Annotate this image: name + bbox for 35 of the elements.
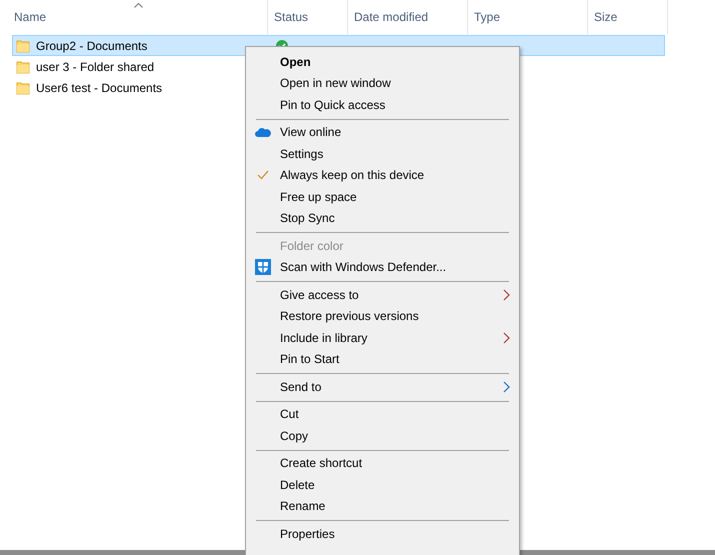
column-header[interactable]: Name xyxy=(0,0,268,34)
menu-item[interactable]: Cut xyxy=(246,404,519,425)
file-name[interactable]: Group2 - Documents xyxy=(36,38,148,52)
column-header[interactable]: Status xyxy=(268,0,348,34)
column-header[interactable]: Size xyxy=(588,0,668,34)
menu-item[interactable]: Always keep on this device xyxy=(246,164,519,186)
menu-item[interactable]: Scan with Windows Defender... xyxy=(246,256,519,278)
chevron-right-icon xyxy=(503,332,510,344)
menu-item[interactable]: Send to xyxy=(246,376,519,398)
menu-item[interactable]: Give access to xyxy=(246,284,519,306)
menu-item[interactable]: Include in library xyxy=(246,327,519,348)
chevron-right-icon xyxy=(503,289,510,301)
cloud-icon xyxy=(255,127,271,138)
menu-item[interactable]: View online xyxy=(246,122,519,143)
folder-icon xyxy=(16,80,30,94)
folder-icon xyxy=(16,60,30,74)
menu-item[interactable]: Create shortcut xyxy=(246,452,519,474)
sort-caret-icon xyxy=(134,3,142,8)
menu-item[interactable]: Open in new window xyxy=(246,72,519,94)
menu-item[interactable]: Properties xyxy=(246,523,519,544)
folder-icon xyxy=(16,38,30,52)
file-name[interactable]: user 3 - Folder shared xyxy=(36,60,154,74)
menu-item[interactable]: Pin to Start xyxy=(246,348,519,370)
menu-item[interactable]: Rename xyxy=(246,496,519,517)
shield-icon xyxy=(255,259,271,276)
menu-item[interactable]: Restore previous versions xyxy=(246,306,519,327)
column-header[interactable]: Date modified xyxy=(348,0,468,34)
menu-item[interactable]: Pin to Quick access xyxy=(246,94,519,116)
file-name[interactable]: User6 test - Documents xyxy=(36,80,162,94)
column-header[interactable]: Type xyxy=(468,0,588,34)
menu-item[interactable]: Delete xyxy=(246,474,519,496)
menu-item[interactable]: Stop Sync xyxy=(246,208,519,229)
menu-item[interactable]: Copy xyxy=(246,425,519,446)
menu-item[interactable]: Settings xyxy=(246,143,519,164)
menu-item[interactable]: Free up space xyxy=(246,186,519,208)
